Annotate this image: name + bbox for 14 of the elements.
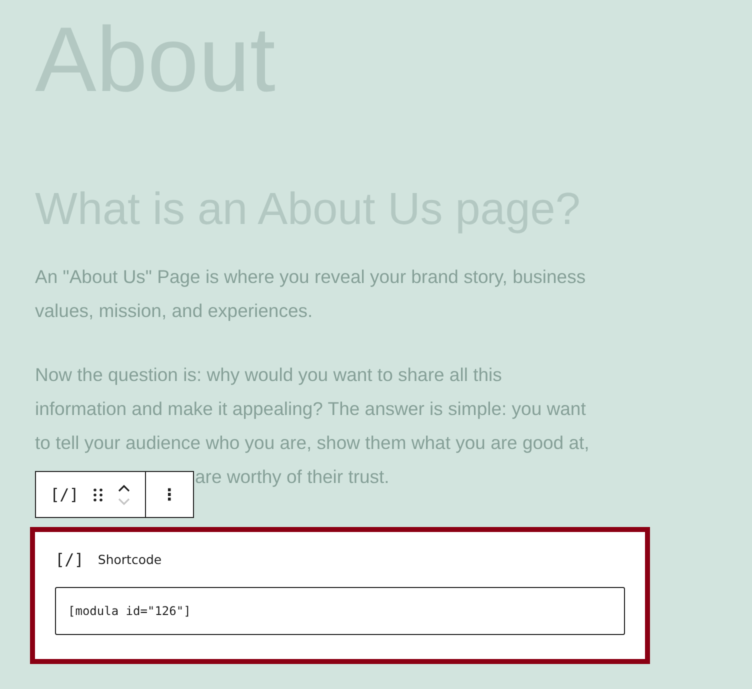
block-type-button[interactable]: [/]: [50, 485, 79, 504]
shortcode-input[interactable]: [modula id="126"]: [55, 587, 625, 635]
paragraph-line: Now the question is: why would you want to share all this: [35, 362, 502, 387]
paragraph-line: information and make it appealing? The answer is simple: you want: [35, 396, 586, 421]
paragraph-line: values, mission, and experiences.: [35, 298, 313, 323]
more-options-button[interactable]: ⋮: [146, 472, 193, 517]
block-label: Shortcode: [98, 552, 162, 567]
drag-handle-icon[interactable]: [92, 488, 103, 502]
paragraph-line: An "About Us" Page is where you reveal your brand story, business: [35, 264, 586, 289]
paragraph-line: to tell your audience who you are, show them what you are good at,: [35, 430, 590, 455]
shortcode-icon: [/]: [55, 550, 84, 569]
move-up-icon[interactable]: [116, 484, 131, 492]
paragraph-line: are worthy of their trust.: [195, 464, 390, 489]
shortcode-block[interactable]: [/] Shortcode [modula id="126"]: [30, 527, 650, 664]
